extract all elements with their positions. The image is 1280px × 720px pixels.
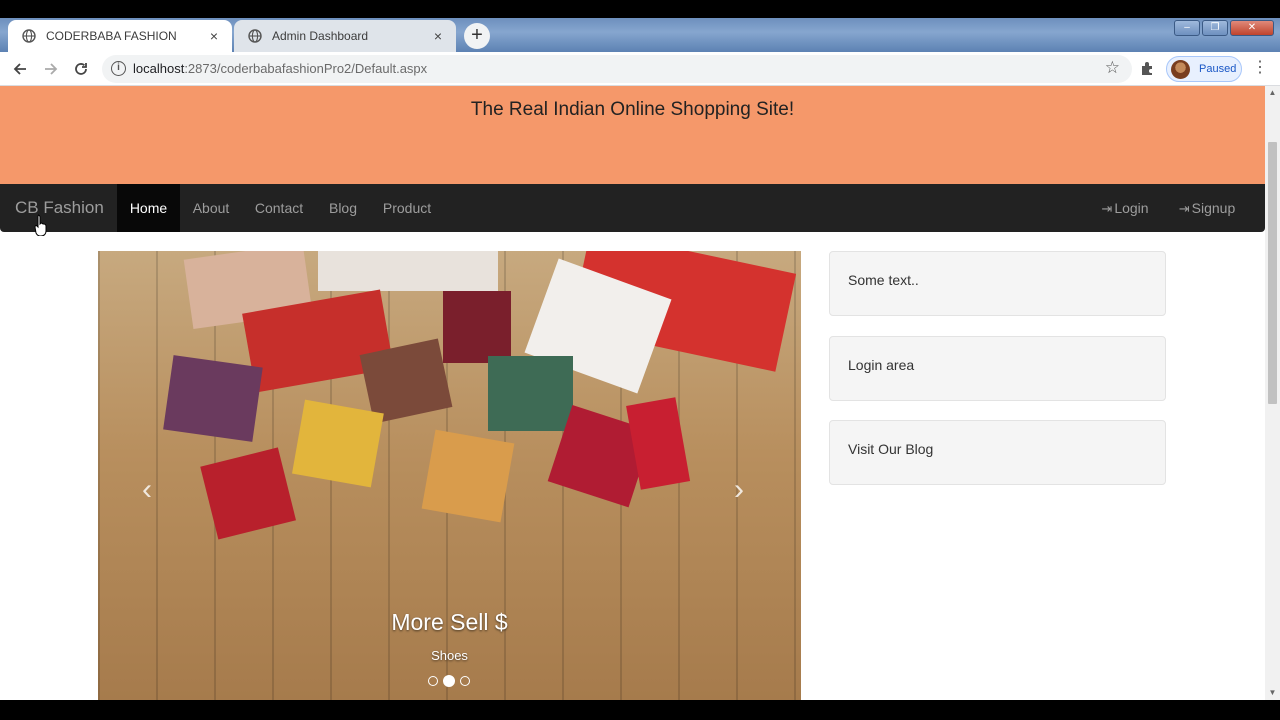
carousel-prev-chevron-icon[interactable]: ‹ <box>142 473 152 507</box>
new-tab-button[interactable]: + <box>464 23 490 49</box>
extensions-puzzle-icon[interactable] <box>1140 60 1156 76</box>
arrow-left-icon <box>13 63 26 75</box>
carousel-indicators <box>428 675 470 687</box>
tab-title: Admin Dashboard <box>272 29 369 43</box>
nav-item-about[interactable]: About <box>186 184 236 232</box>
scrollbar-thumb[interactable] <box>1268 142 1277 404</box>
carousel-indicator-active[interactable] <box>443 675 455 687</box>
scroll-down-arrow-icon[interactable]: ▼ <box>1265 686 1280 700</box>
nav-item-blog[interactable]: Blog <box>322 184 364 232</box>
url-text[interactable]: localhost:2873/coderbabafashionPro2/Defa… <box>133 61 427 76</box>
sidebar-well-login-area: Login area <box>829 336 1166 401</box>
back-button[interactable] <box>9 58 31 80</box>
forward-button[interactable] <box>40 58 62 80</box>
page-viewport: The Real Indian Online Shopping Site! CB… <box>0 86 1280 700</box>
login-icon: ⇥ <box>1178 201 1190 216</box>
tab-admin-dashboard[interactable]: Admin Dashboard × <box>234 20 456 52</box>
close-tab-icon[interactable]: × <box>430 28 446 44</box>
carousel-caption: More Sell $ Shoes <box>98 609 801 663</box>
arrow-right-icon <box>45 63 58 75</box>
login-icon: ⇥ <box>1101 201 1113 216</box>
header-banner: The Real Indian Online Shopping Site! <box>0 86 1265 184</box>
globe-icon <box>22 29 36 43</box>
hand-cursor-icon <box>34 214 47 236</box>
address-bar-row: i localhost:2873/coderbabafashionPro2/De… <box>0 52 1280 86</box>
main-navbar: CB Fashion Home About Contact Blog Produ… <box>0 184 1265 232</box>
reload-button[interactable] <box>70 58 92 80</box>
carousel-next-chevron-icon[interactable]: › <box>734 473 744 507</box>
vertical-scrollbar[interactable]: ▲ ▼ <box>1265 86 1280 700</box>
omnibox[interactable]: i localhost:2873/coderbabafashionPro2/De… <box>102 55 1132 83</box>
close-tab-icon[interactable]: × <box>206 28 222 44</box>
tab-title: CODERBABA FASHION <box>46 29 177 43</box>
nav-signup-label: Signup <box>1191 200 1236 216</box>
sidebar-well-visit-blog[interactable]: Visit Our Blog <box>829 420 1166 485</box>
profile-status: Paused <box>1199 63 1237 75</box>
carousel-indicator[interactable] <box>428 676 438 686</box>
nav-item-product[interactable]: Product <box>376 184 438 232</box>
carousel-caption-subtitle: Shoes <box>431 648 468 663</box>
reload-icon <box>75 63 87 75</box>
url-path: :2873/coderbabafashionPro2/Default.aspx <box>184 61 428 76</box>
brand-link[interactable]: CB Fashion <box>15 198 104 218</box>
url-host: localhost <box>133 61 185 76</box>
profile-button[interactable]: Paused <box>1166 56 1242 82</box>
nav-item-contact[interactable]: Contact <box>248 184 310 232</box>
info-icon[interactable]: i <box>111 61 126 76</box>
globe-icon <box>248 29 262 43</box>
nav-login-label: Login <box>1114 200 1149 216</box>
nav-item-login[interactable]: ⇥ Login <box>1094 184 1156 232</box>
scroll-up-arrow-icon[interactable]: ▲ <box>1265 86 1280 100</box>
restore-button[interactable]: ❐ <box>1202 20 1228 36</box>
carousel-indicator[interactable] <box>460 676 470 686</box>
image-carousel[interactable]: ‹ › More Sell $ Shoes <box>98 251 801 700</box>
avatar <box>1171 59 1190 79</box>
close-window-button[interactable]: ✕ <box>1230 20 1274 36</box>
tab-coderbaba-fashion[interactable]: CODERBABA FASHION × <box>8 20 232 52</box>
kebab-menu-icon[interactable]: ⋮ <box>1252 60 1268 76</box>
sidebar-well-some-text: Some text.. <box>829 251 1166 316</box>
carousel-caption-title: More Sell $ <box>391 609 508 635</box>
window-controls: ‒ ❐ ✕ <box>1174 20 1274 36</box>
site-tagline: The Real Indian Online Shopping Site! <box>470 99 795 120</box>
minimize-button[interactable]: ‒ <box>1174 20 1200 36</box>
browser-chrome: CODERBABA FASHION × Admin Dashboard × + … <box>0 0 1280 86</box>
nav-item-home[interactable]: Home <box>117 184 180 232</box>
letterbox-bar <box>0 700 1280 720</box>
nav-item-signup[interactable]: ⇥ Signup <box>1171 184 1243 232</box>
tab-strip: CODERBABA FASHION × Admin Dashboard × + … <box>0 0 1280 52</box>
bookmark-star-icon[interactable]: ☆ <box>1105 58 1120 78</box>
